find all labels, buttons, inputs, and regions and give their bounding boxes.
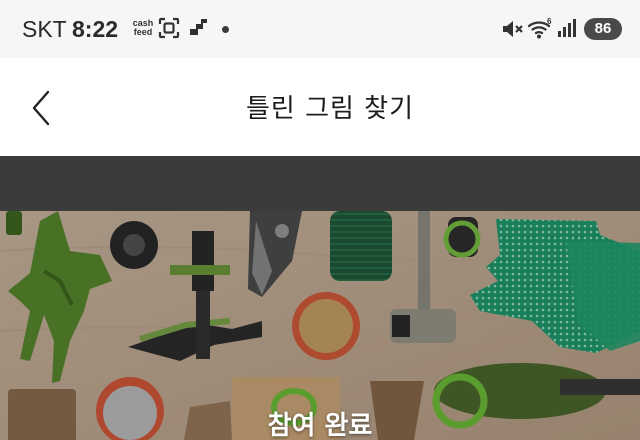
cashfeed-icon: cash feed <box>130 19 156 37</box>
cashfeed-icon-line-2: feed <box>133 27 153 37</box>
mute-icon <box>503 21 523 37</box>
wifi-icon: 6 <box>527 17 552 39</box>
clock-time: 8:22 <box>72 16 119 42</box>
status-bar: SKT 8:22 cash feed 6 86 <box>0 0 640 58</box>
page-title: 틀린 그림 찾기 <box>245 94 415 124</box>
completion-label: 참여 완료 <box>267 411 373 440</box>
carrier-label: SKT <box>22 16 67 42</box>
signal-icon <box>558 19 576 37</box>
scan-icon <box>158 17 180 39</box>
header-divider-band <box>0 156 640 211</box>
app-header: 틀린 그림 찾기 <box>0 58 640 156</box>
dot-icon <box>222 26 229 33</box>
svg-text:6: 6 <box>547 17 552 26</box>
battery-indicator: 86 <box>584 18 622 40</box>
app-icon <box>190 19 207 35</box>
puzzle-image[interactable]: 참여 완료 <box>0 211 640 440</box>
